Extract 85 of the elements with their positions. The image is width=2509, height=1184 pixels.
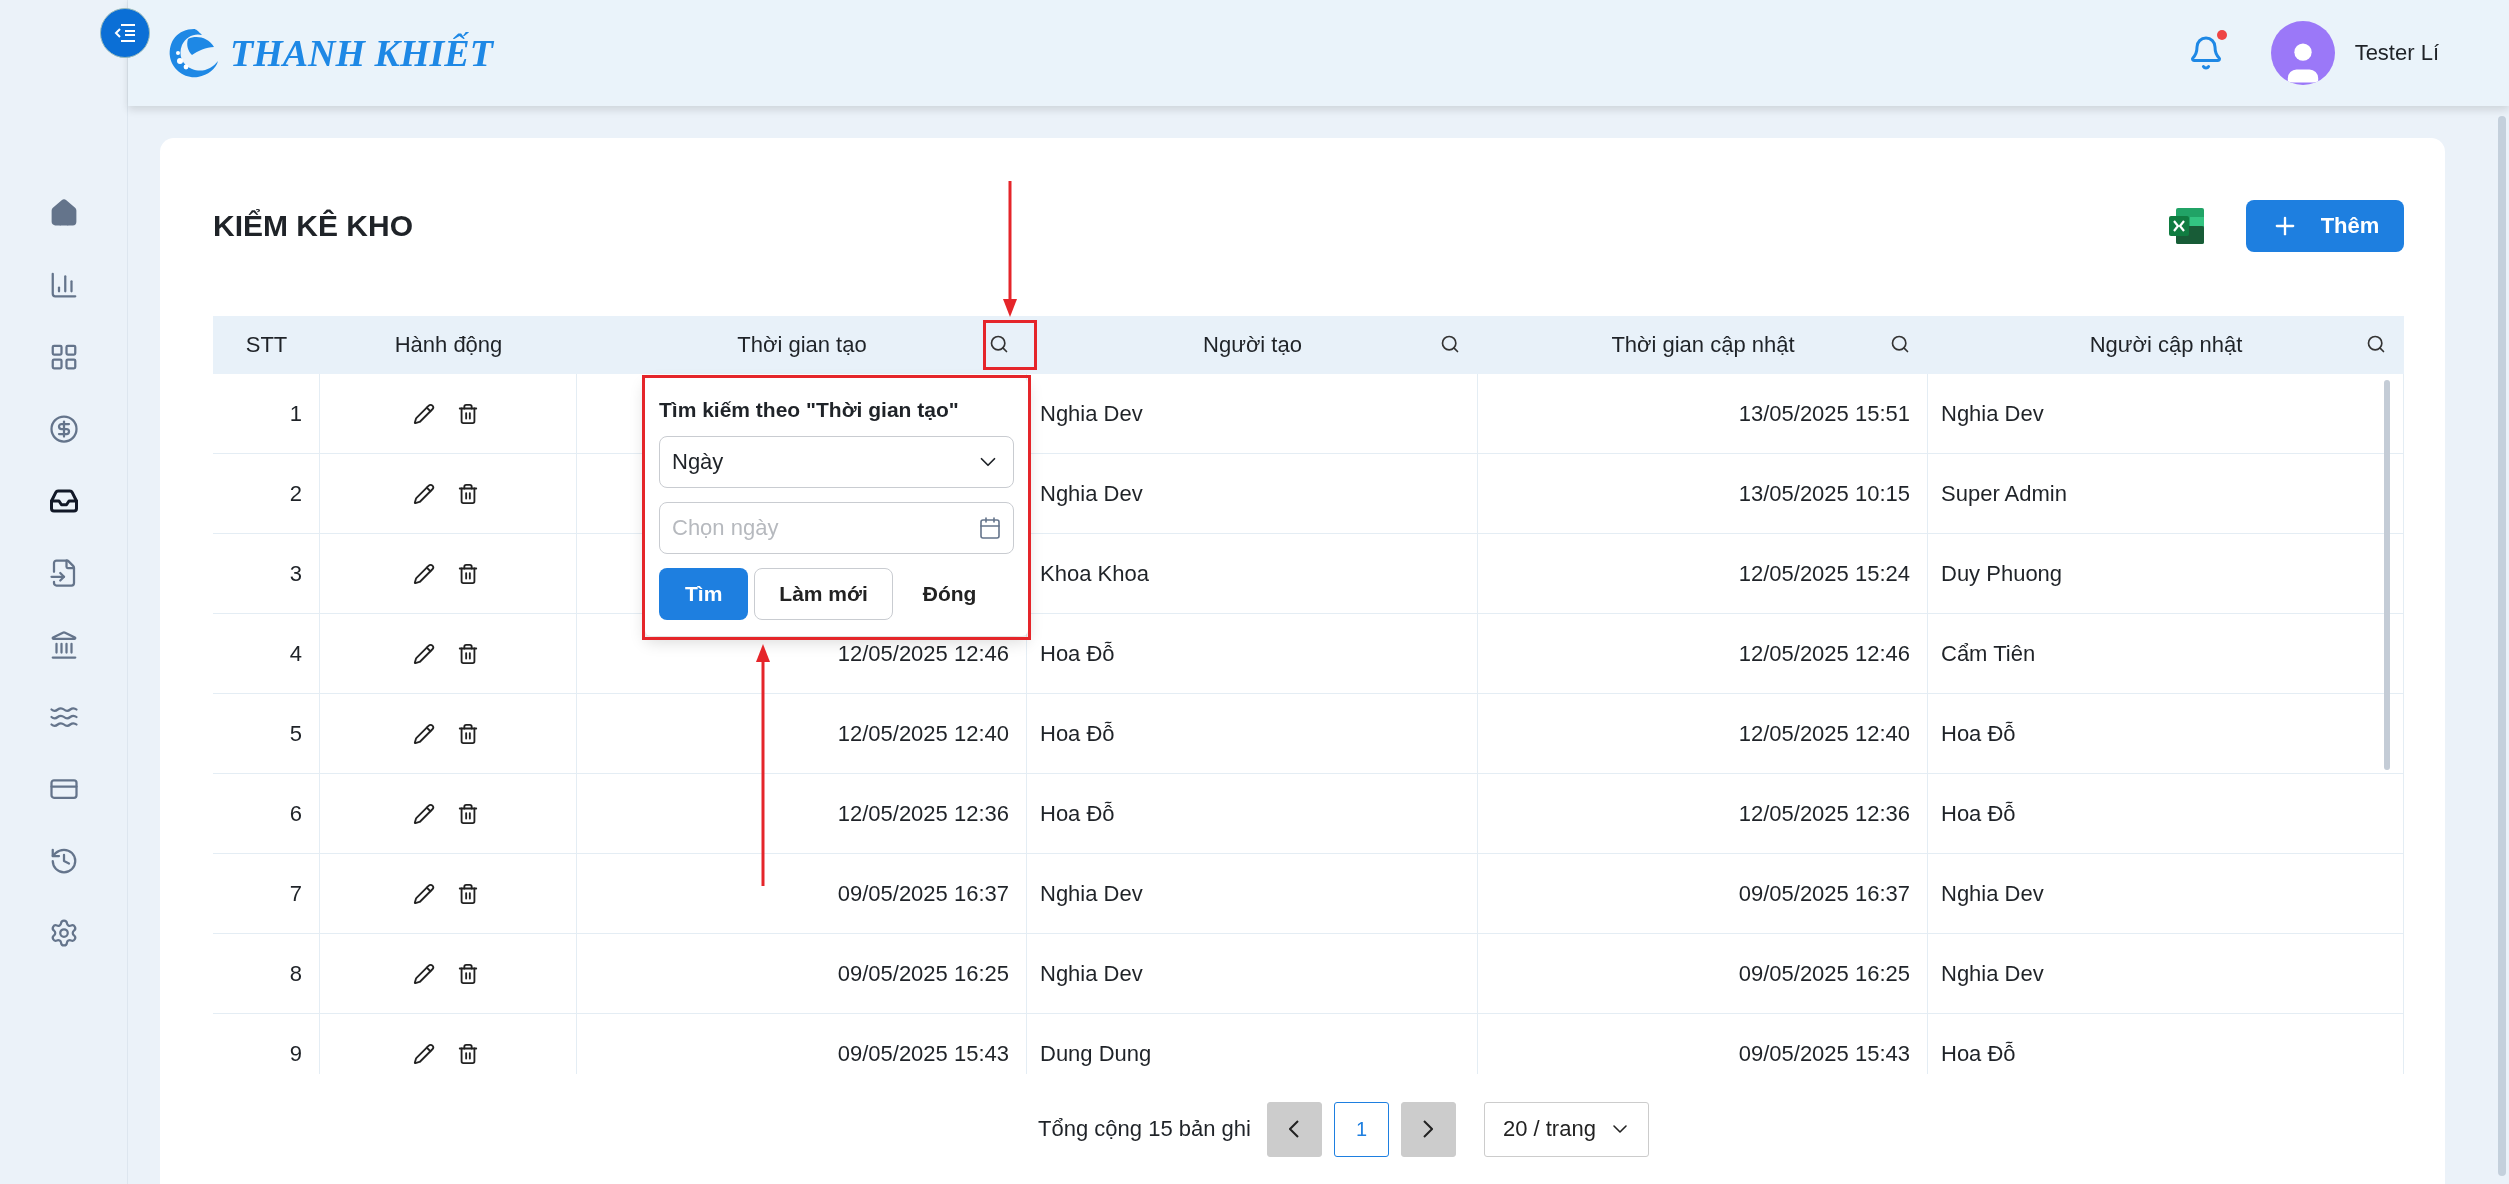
table-cell: 2 <box>289 480 302 507</box>
edit-icon[interactable] <box>413 962 435 985</box>
table-cell: 13/05/2025 15:51 <box>1738 400 1910 427</box>
table-cell: Hoa Đỗ <box>1040 640 1115 667</box>
table-cell: 09/05/2025 16:37 <box>837 880 1009 907</box>
table-cell: Hoa Đỗ <box>1941 800 2016 827</box>
delete-icon[interactable] <box>457 642 479 665</box>
chevron-right-icon <box>1423 1120 1434 1138</box>
table-cell: 12/05/2025 12:46 <box>1738 640 1910 667</box>
delete-icon[interactable] <box>457 962 479 985</box>
table-cell: 12/05/2025 12:46 <box>837 640 1009 667</box>
table-cell: Nghia Dev <box>1941 960 2044 987</box>
table-cell: 8 <box>289 960 302 987</box>
column-header: STT <box>245 332 288 358</box>
edit-icon[interactable] <box>413 882 435 905</box>
table-cell: 12/05/2025 12:36 <box>837 800 1009 827</box>
table-cell: Khoa Khoa <box>1040 560 1149 587</box>
table-cell: 09/05/2025 16:25 <box>1738 960 1910 987</box>
table-cell: Nghia Dev <box>1941 880 2044 907</box>
popup-title: Tìm kiếm theo "Thời gian tạo" <box>659 398 960 422</box>
edit-icon[interactable] <box>413 1042 435 1065</box>
page-title: KIỂM KÊ KHO <box>213 209 414 243</box>
table-cell: 12/05/2025 12:40 <box>1738 720 1910 747</box>
table-cell: 12/05/2025 12:40 <box>837 720 1009 747</box>
table-cell: Dung Dung <box>1040 1040 1152 1067</box>
chevron-left-icon <box>1289 1120 1300 1138</box>
table-cell: Super Admin <box>1941 480 2067 507</box>
logo-text: THANH KHIẾT <box>230 31 493 75</box>
table-cell: Nghia Dev <box>1941 400 2044 427</box>
total-records: Tổng cộng 15 bản ghi <box>1038 1116 1251 1142</box>
table-cell: Nghia Dev <box>1040 400 1143 427</box>
table-cell: Cẩm Tiên <box>1941 640 2036 667</box>
delete-icon[interactable] <box>457 722 479 745</box>
table-cell: Hoa Đỗ <box>1040 720 1115 747</box>
column-header: Thời gian tạo <box>737 332 867 358</box>
table-cell: 12/05/2025 12:36 <box>1738 800 1910 827</box>
edit-icon[interactable] <box>413 562 435 585</box>
table-cell: Nghia Dev <box>1040 880 1143 907</box>
reset-button[interactable]: Làm mới <box>754 568 893 620</box>
user-name: Tester Lí <box>2354 40 2439 66</box>
table-cell: 9 <box>289 1040 302 1067</box>
delete-icon[interactable] <box>457 802 479 825</box>
column-header: Người tạo <box>1203 332 1302 358</box>
edit-icon[interactable] <box>413 802 435 825</box>
page-scrollbar-thumb[interactable] <box>2498 116 2506 1176</box>
table-cell: 09/05/2025 15:43 <box>837 1040 1009 1067</box>
date-field[interactable]: Chọn ngày <box>659 502 1014 554</box>
table-cell: Hoa Đỗ <box>1941 1040 2016 1067</box>
column-header: Người cập nhật <box>2089 332 2243 358</box>
table-cell: 3 <box>289 560 302 587</box>
table-cell: 09/05/2025 16:37 <box>1738 880 1910 907</box>
table-cell: Nghia Dev <box>1040 480 1143 507</box>
table-cell: Hoa Đỗ <box>1040 800 1115 827</box>
edit-icon[interactable] <box>413 722 435 745</box>
table-cell: Hoa Đỗ <box>1941 720 2016 747</box>
column-header: Thời gian cập nhật <box>1611 332 1795 358</box>
table-cell: 5 <box>289 720 302 747</box>
edit-icon[interactable] <box>413 642 435 665</box>
table-cell: 6 <box>289 800 302 827</box>
edit-icon[interactable] <box>413 402 435 425</box>
table-cell: 09/05/2025 15:43 <box>1738 1040 1910 1067</box>
calendar-icon <box>978 516 1002 540</box>
table-cell: 09/05/2025 16:25 <box>837 960 1009 987</box>
delete-icon[interactable] <box>457 882 479 905</box>
table-cell: 4 <box>289 640 302 667</box>
table-cell: 7 <box>289 880 302 907</box>
delete-icon[interactable] <box>457 402 479 425</box>
excel-icon[interactable] <box>2168 207 2206 245</box>
table-cell: 12/05/2025 15:24 <box>1738 560 1910 587</box>
search-button[interactable]: Tìm <box>659 568 749 620</box>
table-cell: 1 <box>289 400 302 427</box>
scrollbar-thumb[interactable] <box>2384 380 2390 770</box>
menu-icon <box>113 23 137 43</box>
mode-select[interactable]: Ngày <box>659 436 1014 488</box>
table-cell: Duy Phuong <box>1941 560 2063 587</box>
edit-icon[interactable] <box>413 482 435 505</box>
table-cell: 13/05/2025 10:15 <box>1738 480 1910 507</box>
delete-icon[interactable] <box>457 482 479 505</box>
table-cell: Nghia Dev <box>1040 960 1143 987</box>
page-size-select[interactable]: 20 / trang <box>1483 1101 1649 1157</box>
add-button[interactable]: Thêm <box>2246 200 2404 252</box>
delete-icon[interactable] <box>457 562 479 585</box>
column-header: Hành động <box>394 332 503 358</box>
page-number[interactable]: 1 <box>1333 1101 1389 1157</box>
delete-icon[interactable] <box>457 1042 479 1065</box>
